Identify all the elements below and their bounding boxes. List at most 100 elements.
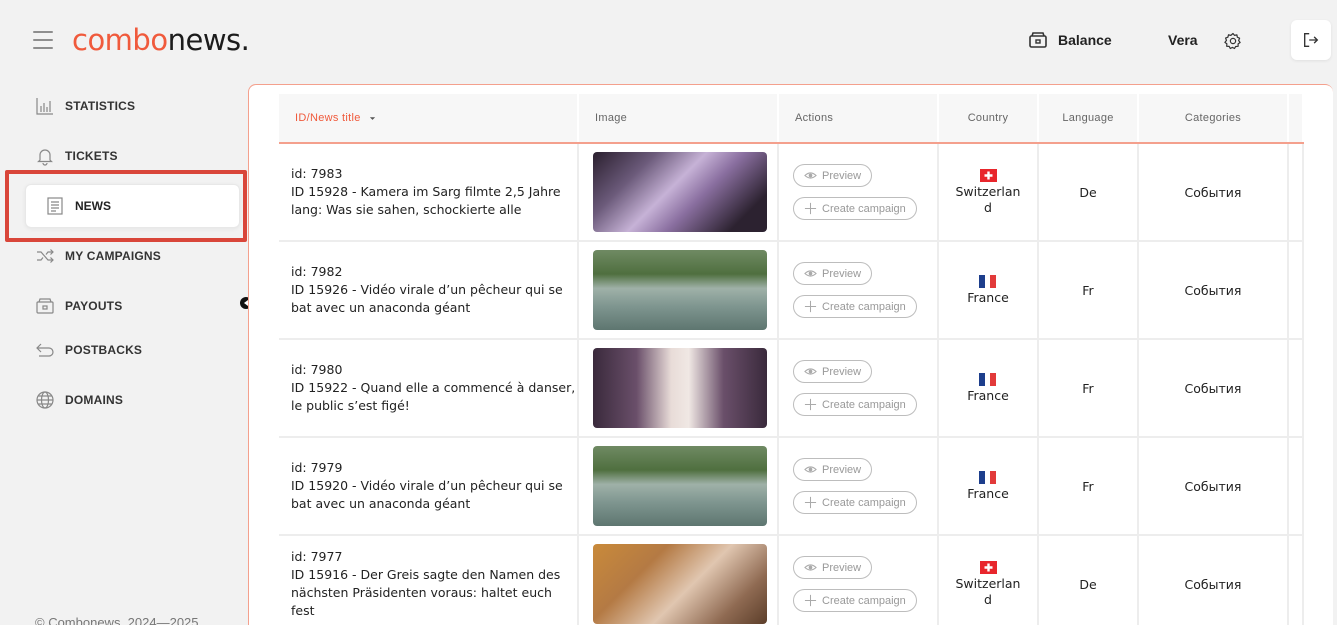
column-header-label: Image [595, 112, 628, 124]
sidebar-item-my-campaigns[interactable]: MY CAMPAIGNS [35, 246, 161, 266]
preview-label: Preview [822, 169, 862, 182]
sidebar-item-news[interactable]: NEWS [25, 184, 240, 228]
sidebar-item-statistics[interactable]: STATISTICS [35, 96, 135, 116]
column-header-label: Actions [795, 112, 834, 124]
preview-button[interactable]: Preview [793, 556, 873, 579]
gear-icon[interactable] [1224, 32, 1242, 50]
language-value: Fr [1082, 478, 1094, 494]
preview-label: Preview [822, 463, 862, 476]
column-header-image: Image [579, 94, 779, 142]
flag-fr-icon [979, 470, 997, 484]
flag-ch-icon [979, 168, 997, 182]
menu-icon[interactable] [33, 31, 53, 49]
sidebar-item-label: PAYOUTS [65, 299, 123, 313]
news-title: ID 15920 - Vidéo virale d’un pêcheur qui… [291, 478, 563, 511]
country-cell: France [939, 340, 1039, 436]
globe-icon [36, 391, 54, 409]
category-cell: События [1139, 144, 1289, 240]
actions-cell: Preview Create campaign [779, 536, 939, 625]
eye-icon [804, 368, 817, 375]
column-header-language: Language [1039, 94, 1139, 142]
language-cell: Fr [1039, 242, 1139, 338]
title-cell[interactable]: id: 7983 ID 15928 - Kamera im Sarg filmt… [279, 144, 579, 240]
logout-icon [1304, 33, 1319, 47]
preview-button[interactable]: Preview [793, 262, 873, 285]
category-cell: События [1139, 340, 1289, 436]
sidebar-item-label: TICKETS [65, 149, 118, 163]
image-cell [579, 438, 779, 534]
create-campaign-button[interactable]: Create campaign [793, 491, 917, 514]
news-title: ID 15922 - Quand elle a commencé à danse… [291, 380, 576, 413]
old-man-thumbnail[interactable] [593, 544, 767, 624]
news-table: ID/News title Image Actions Country Lang… [279, 94, 1304, 625]
create-campaign-button[interactable]: Create campaign [793, 393, 917, 416]
image-cell [579, 340, 779, 436]
table-header: ID/News title Image Actions Country Lang… [279, 94, 1304, 144]
column-header-label: Language [1062, 112, 1114, 124]
preview-button[interactable]: Preview [793, 458, 873, 481]
title-cell[interactable]: id: 7977 ID 15916 - Der Greis sagte den … [279, 536, 579, 625]
logo[interactable]: combonews. [72, 22, 250, 58]
news-id: id: 7983 [291, 166, 343, 181]
language-value: Fr [1082, 282, 1094, 298]
category-value: События [1184, 282, 1242, 298]
wallet-icon [36, 298, 54, 314]
country-cell: France [939, 242, 1039, 338]
title-cell[interactable]: id: 7980 ID 15922 - Quand elle a commenc… [279, 340, 579, 436]
river-anaconda-thumbnail[interactable] [593, 250, 767, 330]
create-campaign-label: Create campaign [822, 398, 906, 411]
title-cell[interactable]: id: 7979 ID 15920 - Vidéo virale d’un pê… [279, 438, 579, 534]
sidebar-item-tickets[interactable]: TICKETS [35, 146, 118, 166]
logout-button[interactable] [1291, 20, 1331, 60]
create-campaign-label: Create campaign [822, 496, 906, 509]
sidebar-item-payouts[interactable]: PAYOUTS [35, 296, 122, 316]
sidebar: STATISTICS TICKETS NEWS MY CAMPAIGNS PAY… [0, 84, 252, 625]
sidebar-item-postbacks[interactable]: POSTBACKS [35, 340, 142, 360]
plus-icon [804, 202, 817, 215]
country-cell: France [939, 438, 1039, 534]
country-name: Switzerland [955, 183, 1021, 215]
extra-cell [1289, 340, 1304, 436]
create-campaign-button[interactable]: Create campaign [793, 197, 917, 220]
bell-icon [37, 149, 53, 166]
balance-button[interactable]: Balance [1028, 30, 1112, 50]
table-row: id: 7980 ID 15922 - Quand elle a commenc… [279, 340, 1304, 438]
table-row: id: 7977 ID 15916 - Der Greis sagte den … [279, 536, 1304, 625]
eye-icon [804, 270, 817, 277]
river-anaconda-thumbnail[interactable] [593, 446, 767, 526]
flag-fr-icon [979, 274, 997, 288]
copyright: © Combonews, 2024—2025 [35, 615, 199, 625]
sidebar-item-label: POSTBACKS [65, 343, 143, 357]
preview-button[interactable]: Preview [793, 360, 873, 383]
news-title: ID 15916 - Der Greis sagte den Namen des… [291, 567, 561, 618]
create-campaign-button[interactable]: Create campaign [793, 295, 917, 318]
plus-icon [804, 398, 817, 411]
title-cell[interactable]: id: 7982 ID 15926 - Vidéo virale d’un pê… [279, 242, 579, 338]
dancer-white-dress-thumbnail[interactable] [593, 348, 767, 428]
balance-label: Balance [1058, 32, 1112, 48]
user-name[interactable]: Vera [1168, 32, 1198, 48]
news-id: id: 7982 [291, 264, 343, 279]
language-cell: De [1039, 536, 1139, 625]
image-cell [579, 536, 779, 625]
table-row: id: 7979 ID 15920 - Vidéo virale d’un pê… [279, 438, 1304, 536]
preview-button[interactable]: Preview [793, 164, 873, 187]
news-title: ID 15928 - Kamera im Sarg filmte 2,5 Jah… [291, 184, 561, 217]
woman-in-coffin-thumbnail[interactable] [593, 152, 767, 232]
language-cell: De [1039, 144, 1139, 240]
column-header-country: Country [939, 94, 1039, 142]
eye-icon [804, 466, 817, 473]
create-campaign-button[interactable]: Create campaign [793, 589, 917, 612]
column-header-title[interactable]: ID/News title [279, 94, 579, 142]
preview-label: Preview [822, 365, 862, 378]
logo-part-1: combo [72, 23, 168, 57]
return-arrow-icon [36, 343, 54, 357]
plus-icon [804, 594, 817, 607]
plus-icon [804, 300, 817, 313]
flag-fr-icon [979, 372, 997, 386]
column-header-label: Country [967, 112, 1009, 124]
country-name: France [967, 485, 1009, 501]
sidebar-item-domains[interactable]: DOMAINS [35, 390, 123, 410]
category-cell: События [1139, 536, 1289, 625]
actions-cell: Preview Create campaign [779, 144, 939, 240]
